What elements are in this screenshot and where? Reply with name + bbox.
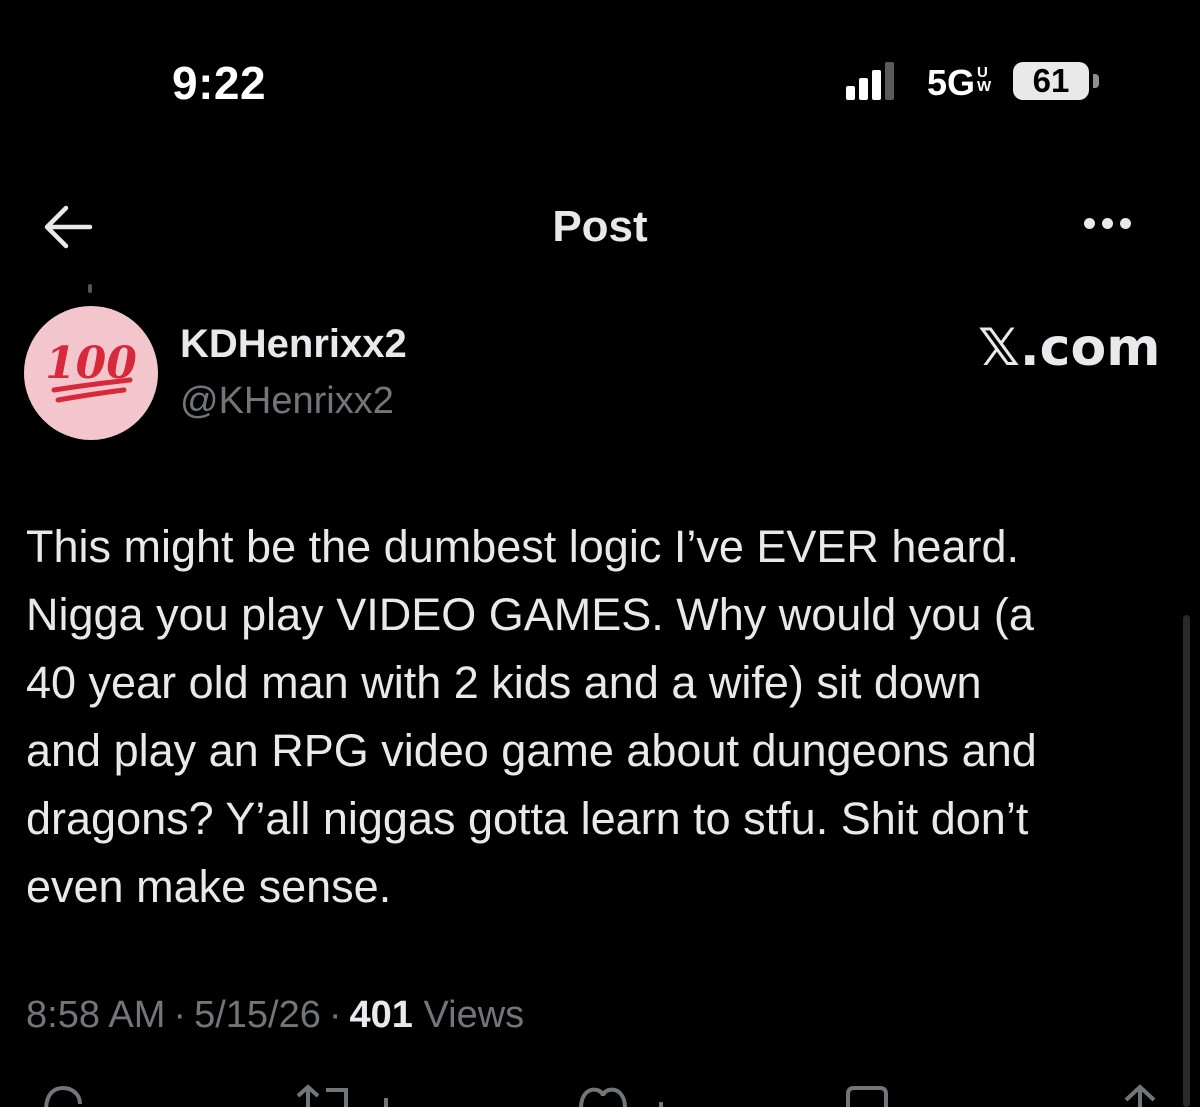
thread-line: [88, 284, 92, 293]
share-icon[interactable]: [1118, 1084, 1162, 1107]
battery-cap: [1093, 74, 1099, 88]
status-time: 9:22: [172, 57, 267, 109]
bookmark-icon[interactable]: [842, 1084, 892, 1107]
network-label: 5G: [927, 62, 976, 103]
author-handle[interactable]: @KHenrixx2: [180, 380, 394, 423]
reply-icon[interactable]: [40, 1084, 86, 1107]
repost-icon[interactable]: [290, 1084, 410, 1107]
author-display-name[interactable]: KDHenrixx2: [180, 322, 407, 367]
page-title: Post: [552, 202, 648, 251]
network-sub-bottom: W: [977, 78, 992, 95]
cellular-signal-icon: [846, 62, 894, 100]
views-label: Views: [423, 994, 525, 1036]
meta-separator: ·: [328, 994, 342, 1036]
meta-separator: ·: [173, 994, 187, 1036]
avatar[interactable]: 100: [24, 306, 158, 440]
post-text: This might be the dumbest logic I’ve EVE…: [26, 521, 1037, 912]
x-com-watermark: 𝕏.com: [978, 318, 1161, 378]
post-meta: 8:58 AM · 5/15/26 · 401 Views: [26, 994, 524, 1037]
more-horizontal-icon[interactable]: [1084, 218, 1140, 234]
battery-indicator: 61: [1013, 62, 1089, 100]
battery-level: 61: [1032, 62, 1070, 99]
post-time[interactable]: 8:58 AM: [26, 994, 165, 1036]
scrollbar[interactable]: [1183, 615, 1190, 1107]
hundred-points-icon: 100: [45, 338, 137, 403]
network-indicator: 5G U W: [927, 62, 991, 104]
post-date[interactable]: 5/15/26: [194, 994, 321, 1036]
action-bar: [0, 1080, 1200, 1107]
like-icon[interactable]: [575, 1084, 675, 1107]
views-count: 401: [349, 994, 413, 1036]
